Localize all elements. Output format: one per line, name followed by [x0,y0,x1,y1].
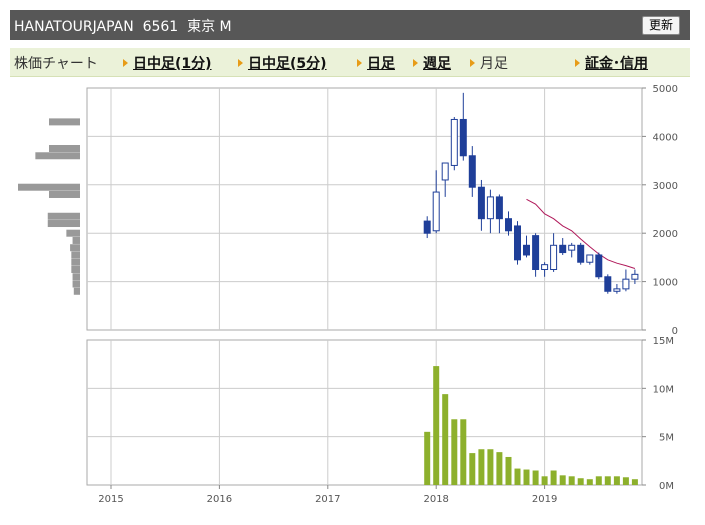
volume-bar [604,476,611,485]
volume-bar [478,449,485,485]
volume-bar [469,453,476,485]
stock-chart: 500040003000200010000 15M10M5M0M 2015 201… [18,84,678,505]
volume-profile-bar [71,266,80,273]
x-tick-label: 2018 [423,494,448,505]
volume-bar [577,478,584,485]
candle-body-bullish [613,288,621,292]
x-tick-label: 2015 [98,494,123,505]
candle-body-bullish [586,254,594,263]
candle-body-bullish [450,118,458,166]
volume-profile-bar [71,251,80,259]
volume-profile-bar [70,244,80,252]
volume-bar [496,452,503,485]
volume-profile-bar [18,183,80,191]
candle-body-bearish [577,244,585,263]
price-y-tick-label: 5000 [653,84,678,95]
volume-bar [631,479,638,485]
candle-body-bullish [568,244,576,251]
price-y-tick-label: 2000 [653,229,678,240]
volume-bar [559,475,566,485]
candle-body-bearish [505,218,513,232]
x-axis: 2015 2016 2017 2018 2019 [98,485,557,505]
candle-body-bearish [595,254,603,278]
volume-y-axis: 15M 10M 5M 0M [642,336,674,492]
candle-body-bearish [522,244,530,256]
candle-body-bullish [622,278,630,290]
candle-body-bullish [550,244,558,271]
volume-profile [18,118,80,295]
volume-bar [460,419,467,485]
candle-body-bearish [495,196,503,220]
volume-profile-bar [47,212,80,220]
candle-body-bearish [477,186,485,220]
volume-profile-bar [49,190,80,198]
volume-bar [505,456,512,485]
volume-bar [514,468,521,485]
price-y-tick-label: 4000 [653,132,678,143]
candle-body-bearish [559,244,567,254]
candle-body-bullish [441,162,449,181]
volume-profile-bar [71,258,80,266]
volume-bar [568,476,575,485]
candle-body-bearish [514,225,521,261]
volume-bar [433,366,440,485]
candle-body-bullish [486,196,494,220]
volume-profile-bar [49,145,80,152]
candle-body-bullish [541,264,549,271]
volume-bar [532,470,539,485]
volume-bar [595,476,602,485]
volume-bar [442,394,449,485]
volume-profile-bar [49,118,80,126]
volume-profile-bar [72,280,80,288]
candle-body-bullish [631,273,639,280]
candle-body-bearish [459,118,467,157]
volume-y-tick-label: 5M [659,433,674,444]
candle-body-bearish [423,220,431,234]
candle-body-bearish [468,155,476,188]
volume-bar [550,470,557,485]
volume-y-tick-label: 15M [653,336,674,347]
price-y-axis: 500040003000200010000 [642,84,678,337]
price-y-tick-label: 3000 [653,181,678,192]
volume-bar [424,431,431,485]
volume-panel: 15M 10M 5M 0M [86,336,674,492]
price-panel: 500040003000200010000 [18,84,678,337]
volume-y-tick-label: 10M [653,384,674,395]
price-y-tick-label: 1000 [653,278,678,289]
volume-profile-bar [66,229,80,237]
volume-profile-bar [72,236,80,244]
x-tick-label: 2019 [532,494,557,505]
volume-bar [451,419,458,485]
price-panel-frame [86,87,643,331]
volume-bar [613,476,620,485]
candle-body-bullish [432,191,440,232]
x-tick-label: 2016 [207,494,232,505]
x-tick-label: 2017 [315,494,340,505]
volume-y-tick-label: 0M [659,481,674,492]
volume-profile-bar [47,220,80,228]
volume-profile-bar [73,287,80,295]
volume-bar [586,479,593,485]
volume-bar [523,469,530,485]
volume-profile-bar [35,152,80,160]
volume-bar [541,476,548,485]
volume-profile-bar [72,273,80,281]
volume-bar [487,449,494,485]
volume-panel-frame [86,339,643,486]
candle-body-bearish [604,276,612,292]
candle-body-bearish [532,235,540,270]
volume-bar [622,477,629,485]
